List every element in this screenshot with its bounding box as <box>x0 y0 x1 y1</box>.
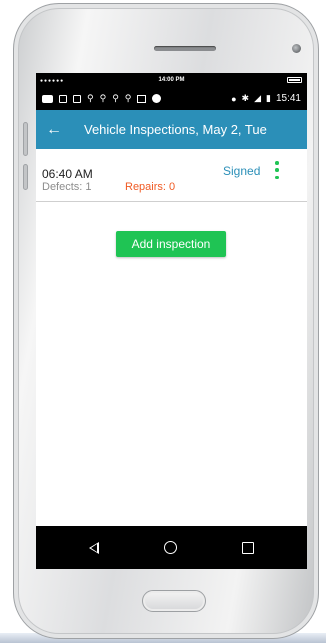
notification-icons: ⚲ ⚲ ⚲ ⚲ <box>42 93 162 103</box>
screen: ●●●●●● 14:00 PM ⚲ ⚲ ⚲ ⚲ ● ✱ ◢ ▮ 15:41 ← … <box>36 73 307 569</box>
front-camera <box>292 44 301 53</box>
battery-level-icon: ▮ <box>266 93 271 103</box>
nav-back-icon[interactable] <box>88 541 99 554</box>
add-inspection-button[interactable]: Add inspection <box>116 231 226 257</box>
location-pin-icon: ⚲ <box>112 93 119 103</box>
inspection-row[interactable]: 06:40 AM Defects: 1 Repairs: 0 Signed <box>36 149 307 202</box>
nav-home-icon[interactable] <box>163 541 177 554</box>
bluetooth-icon: ✱ <box>241 93 250 103</box>
app-bar: ← Vehicle Inspections, May 2, Tue <box>36 110 307 149</box>
battery-icon <box>287 77 302 83</box>
app-icon <box>73 94 81 103</box>
inspection-repairs: Repairs: 0 <box>125 181 176 193</box>
stage: ●●●●●● 14:00 PM ⚲ ⚲ ⚲ ⚲ ● ✱ ◢ ▮ 15:41 ← … <box>0 0 326 643</box>
location-pin-icon: ⚲ <box>87 93 94 103</box>
system-icons: ● ✱ ◢ ▮ 15:41 <box>231 93 301 104</box>
system-time: 15:41 <box>275 93 301 104</box>
image-icon <box>137 94 147 103</box>
location-pin-icon: ⚲ <box>124 93 132 103</box>
volume-down-button[interactable] <box>23 164 28 190</box>
inspection-time: 06:40 AM <box>42 167 93 181</box>
earpiece-speaker <box>154 46 216 51</box>
message-icon <box>42 94 53 103</box>
simulator-status-bar: ●●●●●● 14:00 PM <box>36 73 307 87</box>
inspection-status: Signed <box>223 164 261 178</box>
location-icon: ● <box>231 93 237 104</box>
location-pin-icon: ⚲ <box>99 93 107 103</box>
inspection-defects: Defects: 1 <box>42 181 92 193</box>
simulator-clock: 14:00 PM <box>158 77 185 83</box>
more-options-icon[interactable] <box>274 161 280 179</box>
app-icon <box>59 94 67 103</box>
android-status-bar: ⚲ ⚲ ⚲ ⚲ ● ✱ ◢ ▮ 15:41 <box>36 87 307 110</box>
back-arrow-icon[interactable]: ← <box>46 121 72 139</box>
volume-up-button[interactable] <box>23 122 28 156</box>
cell-signal-icon: ◢ <box>254 93 262 103</box>
signal-dots-icon: ●●●●●● <box>40 78 65 84</box>
android-nav-bar <box>36 526 307 569</box>
hardware-home-button[interactable] <box>142 590 206 612</box>
page-title: Vehicle Inspections, May 2, Tue <box>84 122 267 137</box>
nav-recents-icon[interactable] <box>242 541 255 554</box>
record-dot-icon <box>152 94 162 103</box>
